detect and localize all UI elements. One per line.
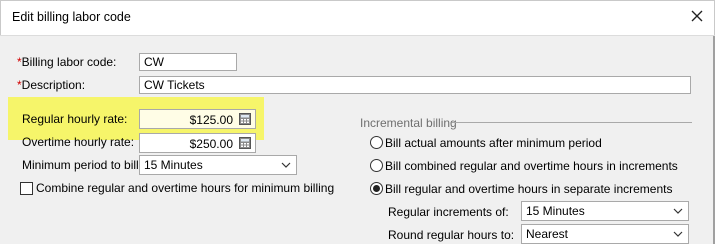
- regular-increments-select[interactable]: 15 Minutes: [521, 201, 689, 221]
- chevron-down-icon: [281, 162, 291, 168]
- round-regular-hours-select[interactable]: Nearest: [521, 224, 689, 244]
- group-divider: [452, 122, 692, 123]
- minimum-period-value: 15 Minutes: [144, 158, 203, 172]
- description-label: *Description:: [17, 78, 86, 92]
- billing-labor-code-input[interactable]: CW: [139, 53, 237, 71]
- radio-bill-actual-amounts-label: Bill actual amounts after minimum period: [385, 136, 602, 150]
- radio-bill-combined-increments-label: Bill combined regular and overtime hours…: [385, 159, 678, 173]
- description-input[interactable]: CW Tickets: [139, 76, 691, 94]
- title-bar: Edit billing labor code: [0, 0, 715, 35]
- overtime-hourly-rate-value: $250.00: [189, 137, 233, 151]
- combine-hours-checkbox[interactable]: [20, 182, 33, 195]
- combine-hours-label: Combine regular and overtime hours for m…: [36, 181, 335, 195]
- radio-bill-actual-amounts[interactable]: [370, 136, 383, 149]
- calculator-icon[interactable]: [239, 113, 251, 125]
- overtime-hourly-rate-label: Overtime hourly rate:: [22, 135, 135, 149]
- incremental-billing-title: Incremental billing: [360, 116, 457, 130]
- round-regular-hours-label: Round regular hours to:: [388, 228, 515, 242]
- billing-labor-code-label: *Billing labor code:: [17, 55, 117, 69]
- minimum-period-select[interactable]: 15 Minutes: [139, 155, 297, 175]
- round-regular-hours-value: Nearest: [526, 227, 569, 241]
- regular-hourly-rate-label: Regular hourly rate:: [22, 112, 128, 126]
- radio-bill-separate-increments[interactable]: [370, 182, 383, 195]
- minimum-period-label: Minimum period to bill:: [22, 158, 143, 172]
- radio-bill-separate-increments-label: Bill regular and overtime hours in separ…: [385, 182, 673, 196]
- overtime-hourly-rate-input[interactable]: $250.00: [139, 133, 256, 153]
- close-icon[interactable]: [688, 7, 706, 25]
- radio-bill-combined-increments[interactable]: [370, 159, 383, 172]
- regular-increments-label: Regular increments of:: [388, 205, 509, 219]
- dialog-title: Edit billing labor code: [12, 10, 131, 24]
- chevron-down-icon: [673, 208, 683, 214]
- chevron-down-icon: [673, 231, 683, 237]
- regular-increments-value: 15 Minutes: [526, 204, 585, 218]
- calculator-icon[interactable]: [239, 137, 251, 149]
- title-separator: [0, 35, 715, 36]
- regular-hourly-rate-value: $125.00: [189, 113, 233, 127]
- regular-hourly-rate-input[interactable]: $125.00: [139, 109, 256, 129]
